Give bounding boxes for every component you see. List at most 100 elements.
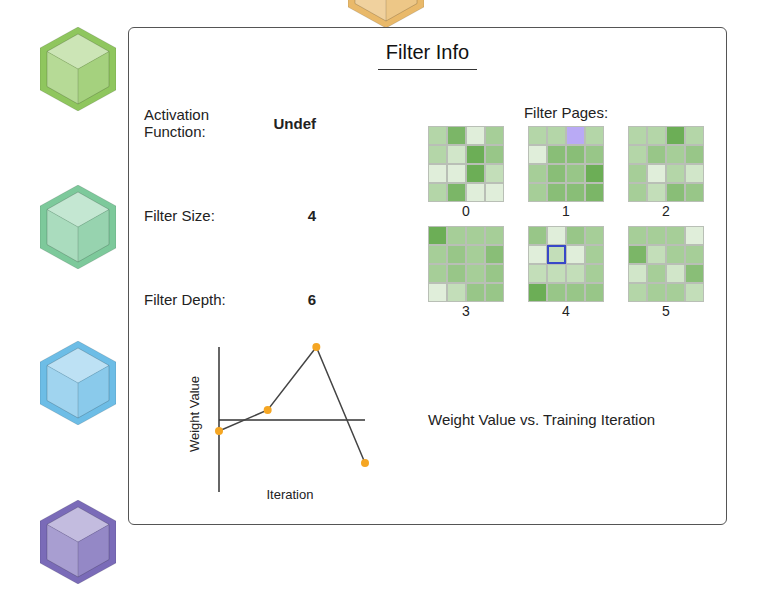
weight-cell[interactable] bbox=[447, 164, 466, 183]
layer-node[interactable] bbox=[40, 341, 116, 425]
weight-cell[interactable] bbox=[566, 245, 585, 264]
weight-cell[interactable] bbox=[485, 126, 504, 145]
weight-cell[interactable] bbox=[566, 183, 585, 202]
weight-cell[interactable] bbox=[485, 264, 504, 283]
weight-cell[interactable] bbox=[566, 145, 585, 164]
weight-cell[interactable] bbox=[485, 283, 504, 302]
weight-cell[interactable] bbox=[685, 145, 704, 164]
layer-node[interactable] bbox=[40, 185, 116, 269]
weight-cell[interactable] bbox=[447, 283, 466, 302]
weight-cell[interactable] bbox=[466, 183, 485, 202]
weight-cell[interactable] bbox=[547, 164, 566, 183]
weight-cell[interactable] bbox=[447, 126, 466, 145]
weight-cell[interactable] bbox=[428, 226, 447, 245]
weight-cell[interactable] bbox=[447, 226, 466, 245]
weight-cell[interactable] bbox=[547, 283, 566, 302]
weight-cell[interactable] bbox=[466, 226, 485, 245]
data-point[interactable] bbox=[361, 459, 369, 467]
weight-cell[interactable] bbox=[685, 226, 704, 245]
weight-cell[interactable] bbox=[585, 145, 604, 164]
data-point[interactable] bbox=[264, 406, 272, 414]
weight-cell[interactable] bbox=[547, 126, 566, 145]
weight-cell[interactable] bbox=[428, 264, 447, 283]
weight-cell[interactable] bbox=[528, 264, 547, 283]
weight-cell[interactable] bbox=[585, 164, 604, 183]
weight-cell[interactable] bbox=[528, 164, 547, 183]
weight-cell[interactable] bbox=[685, 245, 704, 264]
weight-cell[interactable] bbox=[547, 264, 566, 283]
layer-node[interactable] bbox=[40, 27, 116, 111]
weight-cell[interactable] bbox=[485, 183, 504, 202]
weight-cell[interactable] bbox=[547, 183, 566, 202]
weight-cell[interactable] bbox=[566, 283, 585, 302]
weight-cell[interactable] bbox=[528, 145, 547, 164]
weight-cell[interactable] bbox=[528, 126, 547, 145]
weight-cell[interactable] bbox=[428, 126, 447, 145]
weight-cell[interactable] bbox=[685, 164, 704, 183]
weight-cell[interactable] bbox=[528, 245, 547, 264]
weight-cell[interactable] bbox=[485, 226, 504, 245]
weight-cell[interactable] bbox=[685, 126, 704, 145]
weight-cell[interactable] bbox=[647, 283, 666, 302]
weight-cell[interactable] bbox=[666, 226, 685, 245]
weight-cell[interactable] bbox=[647, 145, 666, 164]
weight-cell[interactable] bbox=[628, 145, 647, 164]
weight-cell[interactable] bbox=[666, 183, 685, 202]
data-point[interactable] bbox=[215, 427, 223, 435]
data-point[interactable] bbox=[312, 343, 320, 351]
weight-cell[interactable] bbox=[447, 264, 466, 283]
weight-cell[interactable] bbox=[585, 245, 604, 264]
weight-cell[interactable] bbox=[447, 145, 466, 164]
weight-cell[interactable] bbox=[628, 183, 647, 202]
weight-cell[interactable] bbox=[428, 183, 447, 202]
weight-cell[interactable] bbox=[647, 183, 666, 202]
weight-cell[interactable] bbox=[685, 183, 704, 202]
weight-cell[interactable] bbox=[666, 264, 685, 283]
weight-cell[interactable] bbox=[447, 183, 466, 202]
weight-cell[interactable] bbox=[666, 283, 685, 302]
weight-cell[interactable] bbox=[628, 264, 647, 283]
weight-cell[interactable] bbox=[647, 164, 666, 183]
layer-node[interactable] bbox=[348, 0, 424, 28]
weight-cell[interactable] bbox=[466, 126, 485, 145]
weight-cell[interactable] bbox=[585, 183, 604, 202]
weight-cell[interactable] bbox=[585, 283, 604, 302]
weight-cell[interactable] bbox=[428, 145, 447, 164]
weight-cell[interactable] bbox=[566, 164, 585, 183]
weight-cell[interactable] bbox=[628, 245, 647, 264]
weight-cell[interactable] bbox=[628, 126, 647, 145]
weight-cell[interactable] bbox=[466, 283, 485, 302]
weight-cell[interactable] bbox=[528, 283, 547, 302]
weight-cell[interactable] bbox=[528, 183, 547, 202]
weight-cell[interactable] bbox=[585, 126, 604, 145]
weight-cell[interactable] bbox=[566, 126, 585, 145]
weight-cell[interactable] bbox=[466, 245, 485, 264]
weight-cell[interactable] bbox=[547, 245, 566, 264]
weight-cell[interactable] bbox=[466, 164, 485, 183]
weight-cell[interactable] bbox=[566, 264, 585, 283]
weight-cell[interactable] bbox=[585, 264, 604, 283]
weight-cell[interactable] bbox=[647, 245, 666, 264]
weight-cell[interactable] bbox=[428, 283, 447, 302]
weight-cell[interactable] bbox=[485, 245, 504, 264]
weight-cell[interactable] bbox=[628, 226, 647, 245]
weight-cell[interactable] bbox=[466, 145, 485, 164]
weight-cell[interactable] bbox=[547, 226, 566, 245]
weight-cell[interactable] bbox=[585, 226, 604, 245]
weight-cell[interactable] bbox=[647, 226, 666, 245]
weight-cell[interactable] bbox=[547, 145, 566, 164]
weight-cell[interactable] bbox=[628, 283, 647, 302]
weight-cell[interactable] bbox=[447, 245, 466, 264]
weight-cell[interactable] bbox=[647, 264, 666, 283]
weight-cell[interactable] bbox=[528, 226, 547, 245]
weight-cell[interactable] bbox=[666, 145, 685, 164]
weight-cell[interactable] bbox=[428, 164, 447, 183]
weight-cell[interactable] bbox=[428, 245, 447, 264]
weight-cell[interactable] bbox=[647, 126, 666, 145]
weight-cell[interactable] bbox=[466, 264, 485, 283]
weight-cell[interactable] bbox=[666, 126, 685, 145]
weight-cell[interactable] bbox=[685, 264, 704, 283]
weight-cell[interactable] bbox=[666, 245, 685, 264]
weight-cell[interactable] bbox=[566, 226, 585, 245]
weight-cell[interactable] bbox=[485, 145, 504, 164]
